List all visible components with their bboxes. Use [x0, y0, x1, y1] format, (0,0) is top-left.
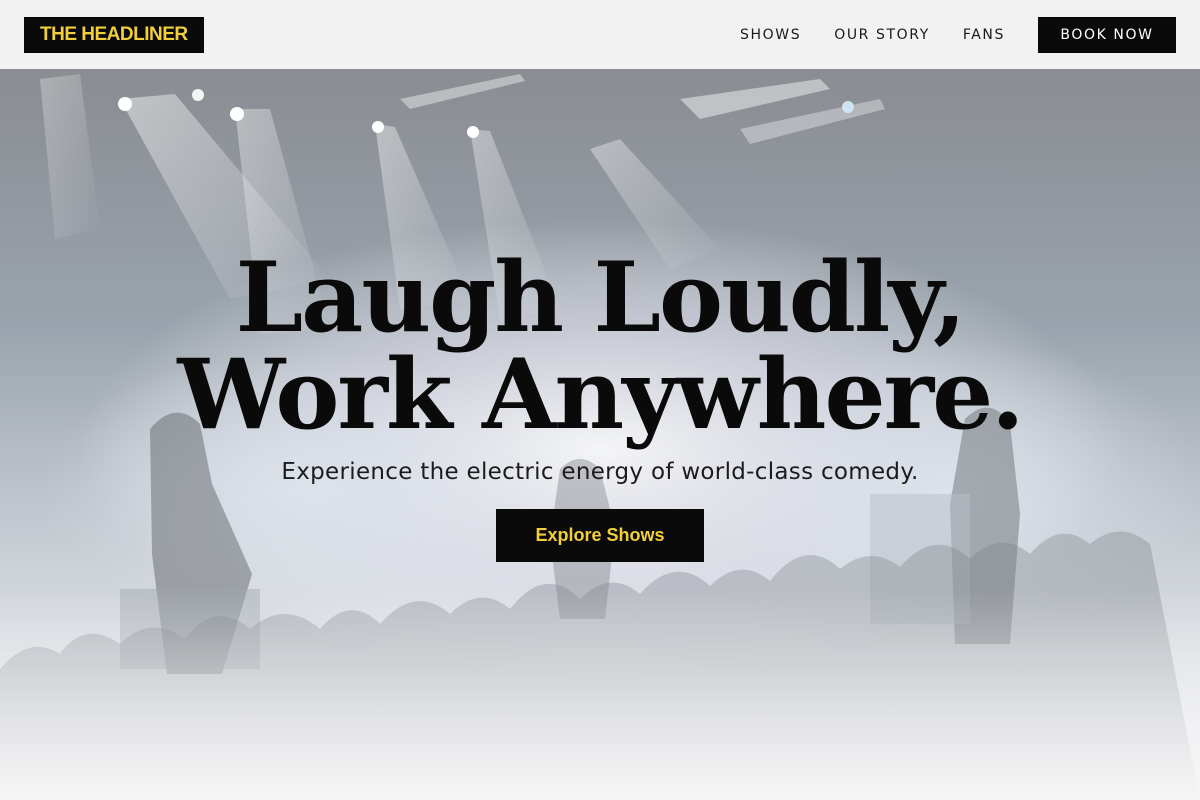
nav-link-our-story[interactable]: OUR STORY	[834, 27, 930, 43]
site-header: THE HEADLINER SHOWS OUR STORY FANS BOOK …	[0, 0, 1200, 69]
hero-headline-line-2: Work Anywhere.	[177, 338, 1024, 451]
explore-shows-button[interactable]: Explore Shows	[496, 509, 704, 562]
hero-content: Laugh Loudly, Work Anywhere. Experience …	[0, 69, 1200, 800]
book-now-button[interactable]: BOOK NOW	[1038, 16, 1176, 53]
hero-subheadline: Experience the electric energy of world-…	[281, 459, 919, 485]
nav-link-shows[interactable]: SHOWS	[740, 27, 801, 43]
hero-headline: Laugh Loudly, Work Anywhere.	[0, 249, 1200, 443]
nav-link-fans[interactable]: FANS	[963, 27, 1005, 43]
logo[interactable]: THE HEADLINER	[24, 16, 204, 53]
hero-section: Laugh Loudly, Work Anywhere. Experience …	[0, 69, 1200, 800]
main-nav: SHOWS OUR STORY FANS BOOK NOW	[740, 16, 1176, 53]
